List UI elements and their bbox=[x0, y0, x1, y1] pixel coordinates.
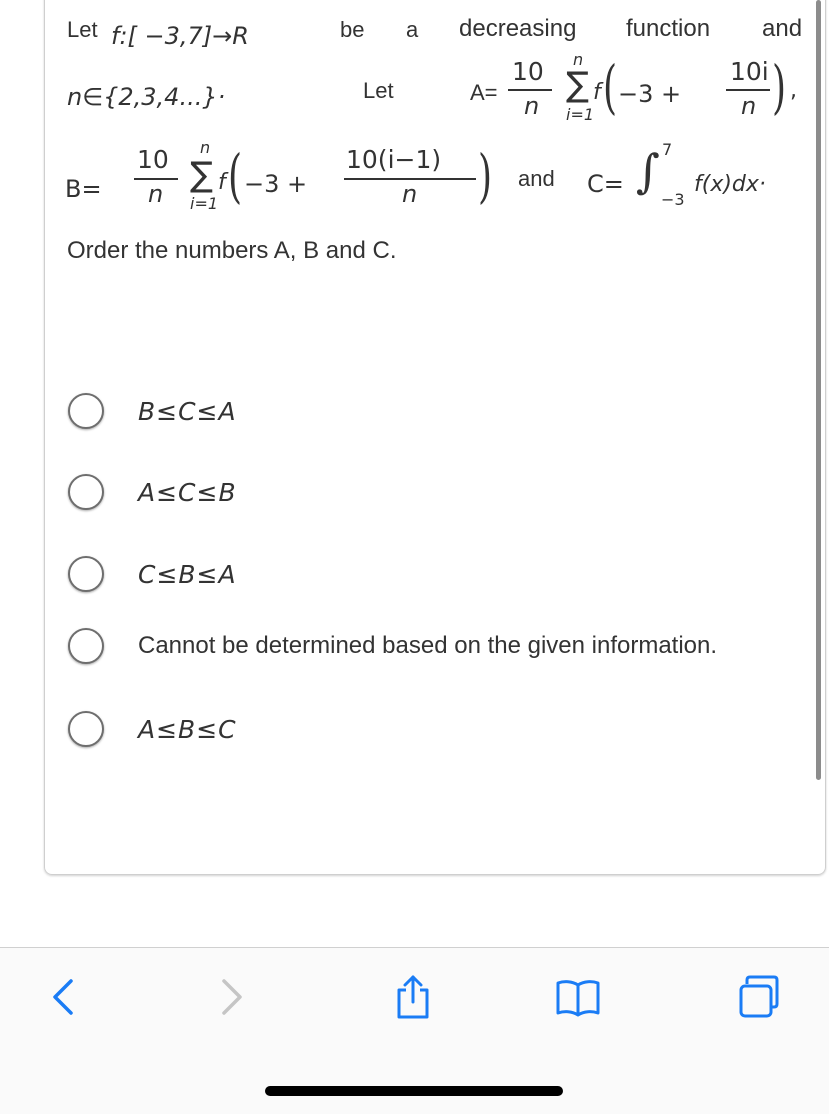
decreasing-text: decreasing bbox=[459, 15, 577, 42]
question-card bbox=[44, 0, 826, 875]
let-text: Let bbox=[67, 17, 98, 42]
and-text-2: and bbox=[518, 166, 555, 191]
radio-button[interactable] bbox=[68, 628, 104, 664]
radio-button[interactable] bbox=[68, 393, 104, 429]
B-coef-denominator: n bbox=[148, 180, 164, 208]
option-label: A≤B≤C bbox=[138, 714, 237, 744]
home-indicator bbox=[265, 1086, 563, 1096]
A-arg-numerator: 10i bbox=[730, 57, 769, 86]
C-integrand: f(x)dx· bbox=[694, 172, 766, 197]
B-right-paren: ) bbox=[478, 145, 493, 211]
option-label: B≤C≤A bbox=[138, 396, 237, 426]
back-button[interactable] bbox=[37, 972, 87, 1022]
B-arg-denominator: n bbox=[402, 180, 418, 208]
A-sum-lower: i=1 bbox=[566, 105, 595, 124]
bookmarks-button[interactable] bbox=[553, 972, 603, 1022]
B-label: B= bbox=[65, 175, 102, 203]
back-icon bbox=[53, 979, 73, 1015]
B-f: f bbox=[218, 170, 226, 195]
scrollbar[interactable] bbox=[816, 0, 821, 780]
C-upper-limit: 7 bbox=[662, 140, 673, 159]
B-sigma: ∑ bbox=[190, 155, 213, 195]
A-arg-fraction-bar bbox=[726, 89, 770, 91]
forward-button[interactable] bbox=[208, 972, 258, 1022]
a-text: a bbox=[406, 17, 419, 42]
C-lower-limit: −3 bbox=[661, 190, 685, 209]
function-definition: f:[ −3,7]→R bbox=[111, 22, 249, 50]
let-text-2: Let bbox=[363, 78, 394, 103]
n-set: n∈{2,3,4...}· bbox=[67, 83, 226, 111]
share-icon bbox=[397, 975, 429, 1019]
A-sigma: ∑ bbox=[566, 65, 589, 105]
B-sum-lower: i=1 bbox=[190, 194, 219, 213]
be-text: be bbox=[340, 17, 365, 42]
and-text: and bbox=[762, 15, 803, 42]
answer-option-1[interactable]: B≤C≤A bbox=[68, 389, 236, 433]
A-inner: −3 + bbox=[618, 80, 682, 108]
B-inner: −3 + bbox=[244, 170, 308, 198]
A-label: A= bbox=[470, 80, 498, 105]
A-coef-fraction-bar bbox=[508, 89, 552, 91]
forward-icon bbox=[222, 979, 242, 1015]
C-label: C= bbox=[587, 170, 624, 198]
B-left-paren: ( bbox=[228, 145, 243, 211]
C-integral-sign: ∫ bbox=[636, 144, 660, 198]
A-f: f bbox=[593, 80, 601, 105]
function-text: function bbox=[626, 15, 711, 42]
answer-option-5[interactable]: A≤B≤C bbox=[68, 707, 236, 751]
answer-option-4[interactable]: Cannot be determined based on the given … bbox=[68, 624, 717, 668]
radio-button[interactable] bbox=[68, 556, 104, 592]
A-arg-denominator: n bbox=[741, 92, 757, 120]
option-label: Cannot be determined based on the given … bbox=[138, 632, 718, 659]
answer-option-2[interactable]: A≤C≤B bbox=[68, 470, 236, 514]
A-trailing-comma: , bbox=[790, 78, 797, 103]
B-coef-numerator: 10 bbox=[137, 145, 169, 174]
radio-button[interactable] bbox=[68, 711, 104, 747]
A-coef-denominator: n bbox=[524, 92, 540, 120]
option-label: C≤B≤A bbox=[138, 559, 237, 589]
A-left-paren: ( bbox=[603, 56, 618, 122]
radio-button[interactable] bbox=[68, 474, 104, 510]
bookmarks-icon bbox=[556, 980, 600, 1017]
question-prompt: Order the numbers A, B and C. bbox=[67, 237, 397, 264]
B-arg-numerator: 10(i−1) bbox=[346, 145, 442, 174]
tabs-icon bbox=[739, 975, 779, 1018]
tabs-button[interactable] bbox=[735, 972, 785, 1022]
A-coef-numerator: 10 bbox=[512, 57, 544, 86]
answer-option-3[interactable]: C≤B≤A bbox=[68, 552, 236, 596]
A-right-paren: ) bbox=[772, 56, 787, 122]
share-button[interactable] bbox=[388, 972, 438, 1022]
option-label: A≤C≤B bbox=[138, 477, 237, 507]
